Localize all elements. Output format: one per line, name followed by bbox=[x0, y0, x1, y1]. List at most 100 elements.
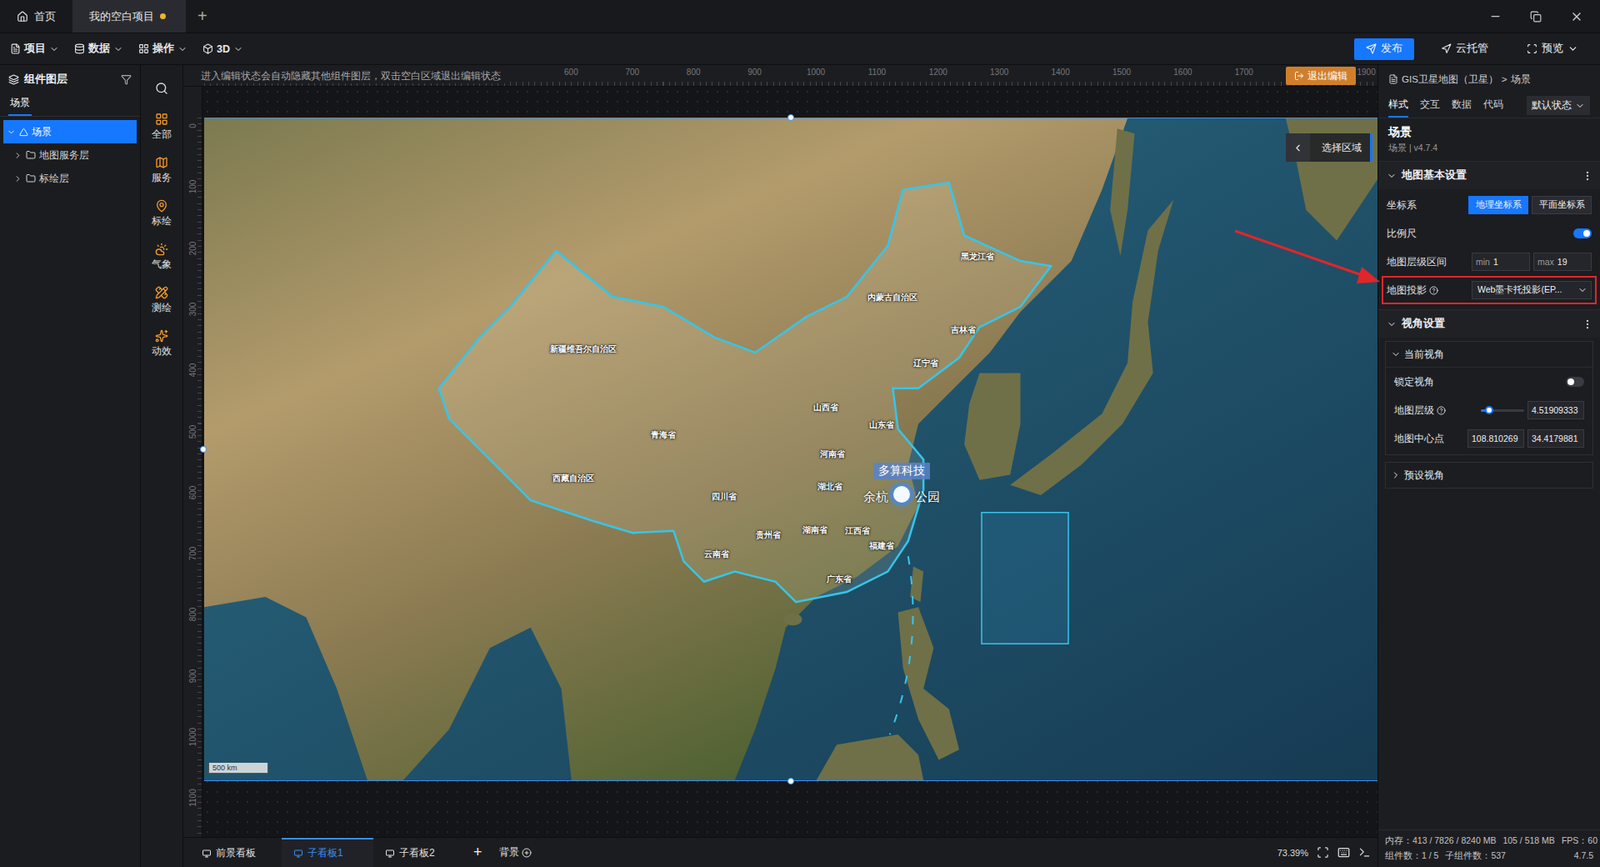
category-icon bbox=[155, 112, 169, 126]
board-tab[interactable]: 前景看板 bbox=[190, 837, 282, 867]
window-tab[interactable]: 我的空白项目 bbox=[72, 0, 186, 33]
add-board-button[interactable]: + bbox=[465, 837, 491, 867]
map-view[interactable]: 黑龙江省内蒙古自治区吉林省新疆维吾尔自治区辽宁省山西省山东省青海省河南省西藏自治… bbox=[204, 117, 1378, 781]
segment-option[interactable]: 地理坐标系 bbox=[1468, 195, 1529, 215]
region-label: 内蒙古自治区 bbox=[867, 291, 918, 304]
ruler-label: 100 bbox=[188, 180, 198, 195]
fit-screen-icon[interactable] bbox=[1316, 845, 1330, 859]
restore-icon[interactable] bbox=[1530, 10, 1542, 23]
layer-tabs: 场景 bbox=[0, 93, 140, 117]
new-tab-button[interactable]: + bbox=[185, 0, 220, 33]
toggle-switch[interactable] bbox=[1573, 228, 1592, 239]
collapsed-icon[interactable] bbox=[13, 150, 23, 160]
category-icon-wrap bbox=[155, 285, 169, 300]
menu-item[interactable]: 数据 bbox=[74, 41, 124, 56]
minimize-icon[interactable] bbox=[1489, 10, 1502, 23]
close-icon[interactable] bbox=[1570, 10, 1584, 24]
window-controls bbox=[1489, 0, 1600, 33]
collapse-button[interactable] bbox=[1285, 133, 1310, 162]
slider-track[interactable] bbox=[1480, 409, 1525, 412]
help-icon[interactable] bbox=[1436, 405, 1446, 415]
section-more-button[interactable] bbox=[1581, 318, 1594, 330]
group-header[interactable]: 当前视角 bbox=[1385, 341, 1593, 367]
ruler-label: 600 bbox=[188, 485, 198, 500]
menu-icon bbox=[202, 43, 214, 55]
category-icon bbox=[155, 285, 169, 300]
action-button[interactable]: 预览 bbox=[1515, 38, 1590, 60]
property-tab[interactable]: 代码 bbox=[1483, 93, 1504, 118]
zoom-level[interactable]: 73.39% bbox=[1277, 847, 1309, 858]
property-tab[interactable]: 样式 bbox=[1388, 93, 1409, 118]
projection-select[interactable]: Web墨卡托投影(EP... bbox=[1471, 280, 1592, 300]
action-icon bbox=[1440, 43, 1452, 55]
coordinate-input[interactable]: 34.4179881 bbox=[1527, 429, 1585, 448]
segment-option[interactable]: 平面坐标系 bbox=[1531, 195, 1592, 215]
resize-handle[interactable] bbox=[787, 777, 795, 785]
background-tab[interactable]: 背景 bbox=[490, 837, 540, 867]
exit-icon bbox=[1294, 70, 1305, 81]
tree-row[interactable]: 地图服务层 bbox=[3, 143, 137, 167]
action-button[interactable]: 云托管 bbox=[1429, 38, 1500, 60]
max-input[interactable]: max19 bbox=[1533, 252, 1592, 271]
board-tab[interactable]: 子看板2 bbox=[373, 837, 465, 867]
search-button[interactable] bbox=[155, 71, 169, 105]
breadcrumb-item[interactable]: GIS卫星地图（卫星） bbox=[1401, 73, 1499, 86]
section-header[interactable]: 视角设置 bbox=[1378, 309, 1600, 338]
window-tab[interactable]: 首页 bbox=[0, 0, 73, 33]
breadcrumb-item[interactable]: 场景 bbox=[1510, 73, 1531, 86]
terminal-icon[interactable] bbox=[1358, 845, 1371, 859]
property-label: 锁定视角 bbox=[1394, 375, 1435, 390]
tree-row[interactable]: 场景 bbox=[3, 120, 137, 144]
slider-value-input[interactable]: 4.51909333 bbox=[1527, 400, 1585, 420]
property-tab[interactable]: 交互 bbox=[1420, 93, 1440, 118]
section-more-button[interactable] bbox=[1581, 170, 1594, 182]
section-header[interactable]: 地图基本设置 bbox=[1378, 160, 1600, 190]
category-item[interactable]: 标绘 bbox=[151, 191, 172, 235]
group-body: 锁定视角地图层级4.51909333地图中心点108.81026934.4179… bbox=[1385, 366, 1593, 455]
category-item[interactable]: 气象 bbox=[151, 235, 172, 279]
exit-edit-button[interactable]: 退出编辑 bbox=[1285, 66, 1356, 85]
property-label: 地图中心点 bbox=[1394, 431, 1445, 446]
resize-handle[interactable] bbox=[200, 445, 207, 453]
gpu-stat: 105 / 518 MB bbox=[1502, 835, 1555, 847]
region-label: 青海省 bbox=[650, 429, 676, 441]
layer-tab[interactable]: 场景 bbox=[8, 95, 32, 116]
scene-icon bbox=[19, 127, 29, 137]
ruler-label: 900 bbox=[188, 668, 198, 683]
menu-item[interactable]: 操作 bbox=[138, 41, 188, 56]
view-group: 预设视角 bbox=[1385, 461, 1594, 489]
min-input[interactable]: min1 bbox=[1471, 252, 1530, 271]
category-item[interactable]: 动效 bbox=[151, 321, 172, 365]
property-control: Web墨卡托投影(EP... bbox=[1471, 280, 1592, 300]
category-item[interactable]: 服务 bbox=[151, 148, 172, 192]
keyboard-icon[interactable] bbox=[1337, 845, 1350, 859]
add-circle-icon[interactable] bbox=[521, 847, 532, 858]
tree-row[interactable]: 标绘层 bbox=[3, 166, 137, 190]
action-button[interactable]: 发布 bbox=[1354, 38, 1415, 60]
expanded-icon[interactable] bbox=[6, 127, 16, 137]
category-item[interactable]: 全部 bbox=[151, 105, 172, 149]
ruler-label: 900 bbox=[747, 67, 762, 77]
menu-item[interactable]: 项目 bbox=[10, 41, 60, 56]
component-name: 场景 bbox=[1388, 125, 1590, 140]
group-header[interactable]: 预设视角 bbox=[1385, 462, 1593, 488]
region-label: 福建省 bbox=[869, 540, 895, 552]
tab-label: 我的空白项目 bbox=[89, 9, 155, 25]
action-label: 云托管 bbox=[1455, 41, 1489, 56]
slider-thumb[interactable] bbox=[1485, 405, 1494, 415]
help-icon[interactable] bbox=[1429, 285, 1439, 295]
collapsed-icon[interactable] bbox=[13, 174, 23, 184]
ruler-label: 1400 bbox=[1050, 67, 1070, 77]
toggle-switch[interactable] bbox=[1565, 376, 1585, 387]
coordinate-input[interactable]: 108.810269 bbox=[1467, 429, 1525, 448]
child-count: 子组件数：537 bbox=[1445, 850, 1506, 862]
select-region-panel[interactable]: 选择区域 bbox=[1285, 133, 1373, 162]
filter-button[interactable] bbox=[120, 74, 132, 85]
board-tab[interactable]: 子看板1 bbox=[281, 837, 374, 867]
resize-handle[interactable] bbox=[787, 114, 795, 121]
menu-item[interactable]: 3D bbox=[202, 43, 244, 55]
category-item[interactable]: 测绘 bbox=[151, 278, 172, 322]
component-title: 场景场景 | v4.7.4 bbox=[1378, 118, 1600, 161]
state-select[interactable]: 默认状态 bbox=[1526, 95, 1590, 115]
property-tab[interactable]: 数据 bbox=[1451, 93, 1472, 118]
